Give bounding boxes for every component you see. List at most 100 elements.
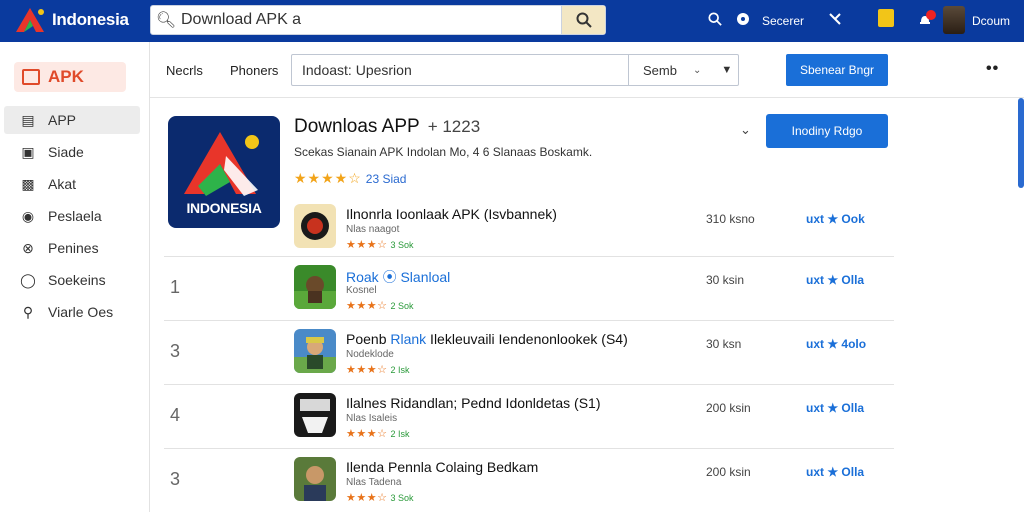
brand-logo-icon[interactable] (14, 6, 46, 34)
top-icons: Secerer Dcoum (694, 0, 1024, 42)
sidebar-item-label: APP (48, 112, 77, 128)
search-input[interactable]: Download APK a (181, 6, 561, 34)
chevron-down-icon[interactable]: ⌄ (740, 122, 751, 138)
row-title[interactable]: Ilalnes Ridandlan; Pednd Idonldetas (S1) (346, 395, 601, 411)
filter-input[interactable]: Indoast: Upesrion (292, 62, 628, 78)
featured-description: Scekas Sianain APK Indolan Mo, 4 6 Slana… (294, 145, 593, 159)
star-icon: ★★★☆ (346, 364, 388, 376)
row-rating: ★★★☆ 2 Isk (346, 428, 410, 440)
chart-icon: ▩ (21, 175, 35, 192)
sidebar-item-label: Viarle Oes (48, 304, 114, 320)
search-icon[interactable] (708, 12, 722, 26)
app-icon (294, 393, 336, 437)
row-subtitle: Kosnel (346, 285, 377, 296)
featured-download-button[interactable]: Inodiny Rdgo (766, 114, 888, 148)
filter-select[interactable]: Semb ⌄ ▼ (628, 55, 738, 85)
row-title[interactable]: Roak ⦿ Slanloal (346, 267, 450, 287)
sidebar-item-penines[interactable]: ⊗ Penines (4, 234, 140, 262)
tab-necrls[interactable]: Necrls (166, 63, 203, 78)
top-bar: Indonesia 🔍︎ Download APK a Secerer Dcou… (0, 0, 1024, 42)
row-subtitle: Nodeklode (346, 349, 394, 360)
sidebar-item-label: Akat (48, 176, 77, 192)
row-subtitle: Nlas Isaleis (346, 413, 398, 424)
chevron-down-icon: ⌄ (692, 64, 702, 76)
notes-icon[interactable] (878, 9, 894, 27)
row-number: 3 (170, 341, 181, 361)
list-item[interactable]: 3 Ilenda Pennla Colaing Bedkam Nlas Tade… (164, 448, 894, 512)
globe-icon: ⊗ (22, 239, 34, 256)
user-label[interactable]: Dcoum (972, 14, 1010, 28)
bag-icon: ▣ (21, 143, 35, 160)
sidebar-item-akat[interactable]: ▩ Akat (4, 170, 140, 198)
search-icon: 🔍︎ (155, 12, 177, 29)
scrollbar[interactable] (1018, 98, 1024, 188)
sidebar-item-peslaela[interactable]: ◉ Peslaela (4, 202, 140, 230)
app-icon (294, 329, 336, 373)
star-icon: ★★★☆ (346, 300, 388, 312)
filter-box: Indoast: Upesrion Semb ⌄ ▼ (291, 54, 739, 86)
app-icon (294, 265, 336, 309)
notification-badge (926, 10, 936, 20)
list-item[interactable]: 4 Ilalnes Ridandlan; Pednd Idonldetas (S… (164, 384, 894, 448)
app-icon (294, 457, 336, 501)
search-icon (576, 12, 592, 28)
caret-down-icon: ▼ (721, 64, 733, 76)
account-label[interactable]: Secerer (762, 14, 804, 28)
featured-title[interactable]: Downloas APP + 1223 (294, 116, 480, 138)
row-rating: ★★★☆ 3 Sok (346, 492, 414, 504)
sidebar-item-label: Siade (48, 144, 84, 160)
toolbar-action-button[interactable]: Sbenear Bngr (786, 54, 888, 86)
featured-version: + 1223 (427, 117, 481, 136)
row-rating: ★★★☆ 2 Sok (346, 300, 414, 312)
list-item[interactable]: Ilnonrla Ioonlaak APK (Isvbannek) Nlas n… (164, 196, 894, 260)
featured-rating: ★★★★☆ 23 Siad (294, 170, 406, 187)
list-icon: ▤ (21, 111, 35, 128)
featured-title-text: Downloas APP (294, 116, 420, 137)
star-icon: ★★★★☆ (294, 170, 362, 186)
app-icon (294, 204, 336, 248)
more-icon[interactable]: •• (986, 60, 999, 78)
sidebar-item-label: Peslaela (48, 208, 102, 224)
row-rate[interactable]: uxt ★ Olla (806, 465, 864, 479)
tab-phoners[interactable]: Phoners (230, 63, 278, 78)
row-size: 30 ksin (706, 273, 745, 287)
settings-icon: ◯ (20, 271, 36, 288)
list-item[interactable]: 3 Poenb Rlank Ilekleuvaili Iendenonlooke… (164, 320, 894, 384)
sidebar-apk-header[interactable]: APK (14, 62, 126, 92)
row-rate[interactable]: uxt ★ Ook (806, 212, 865, 226)
row-subtitle: Nlas Tadena (346, 477, 402, 488)
row-title[interactable]: Ilnonrla Ioonlaak APK (Isvbannek) (346, 206, 557, 222)
sidebar-item-label: Penines (48, 240, 99, 256)
row-rate[interactable]: uxt ★ Olla (806, 401, 864, 415)
row-subtitle: Nlas naagot (346, 224, 400, 235)
row-title[interactable]: Ilenda Pennla Colaing Bedkam (346, 459, 538, 475)
row-rate[interactable]: uxt ★ 4olo (806, 337, 866, 351)
sub-toolbar: Necrls Phoners Indoast: Upesrion Semb ⌄ … (150, 42, 1024, 98)
row-size: 200 ksin (706, 401, 751, 415)
row-size: 310 ksno (706, 212, 755, 226)
sidebar-item-siade[interactable]: ▣ Siade (4, 138, 140, 166)
avatar[interactable] (943, 6, 965, 34)
star-icon: ★★★☆ (346, 239, 388, 251)
row-number: 1 (170, 277, 181, 297)
share-icon[interactable] (828, 12, 842, 26)
list-item[interactable]: 1 Roak ⦿ Slanloal Kosnel ★★★☆ 2 Sok 30 ks… (164, 256, 894, 320)
row-size: 30 ksn (706, 337, 742, 351)
filter-select-value: Semb (643, 62, 677, 78)
row-number: 3 (170, 469, 181, 489)
row-rating: ★★★☆ 3 Sok (346, 239, 414, 251)
row-rate[interactable]: uxt ★ Olla (806, 273, 864, 287)
sidebar-apk-label: APK (48, 67, 84, 86)
search-button[interactable] (561, 6, 605, 34)
sidebar: APK ▤ APP ▣ Siade ▩ Akat ◉ Peslaela ⊗ Pe… (0, 42, 150, 512)
row-title[interactable]: Poenb Rlank Ilekleuvaili Iendenonlookek … (346, 331, 628, 347)
chat-icon[interactable] (736, 12, 750, 26)
pin-icon: ⚲ (22, 303, 34, 320)
sidebar-item-app[interactable]: ▤ APP (4, 106, 140, 134)
star-icon: ★★★☆ (346, 428, 388, 440)
brand-name[interactable]: Indonesia (52, 10, 129, 30)
search-bar: 🔍︎ Download APK a (150, 5, 606, 35)
row-rating: ★★★☆ 2 Isk (346, 364, 410, 376)
sidebar-item-soekeins[interactable]: ◯ Soekeins (4, 266, 140, 294)
sidebar-item-viarle-oes[interactable]: ⚲ Viarle Oes (4, 298, 140, 326)
